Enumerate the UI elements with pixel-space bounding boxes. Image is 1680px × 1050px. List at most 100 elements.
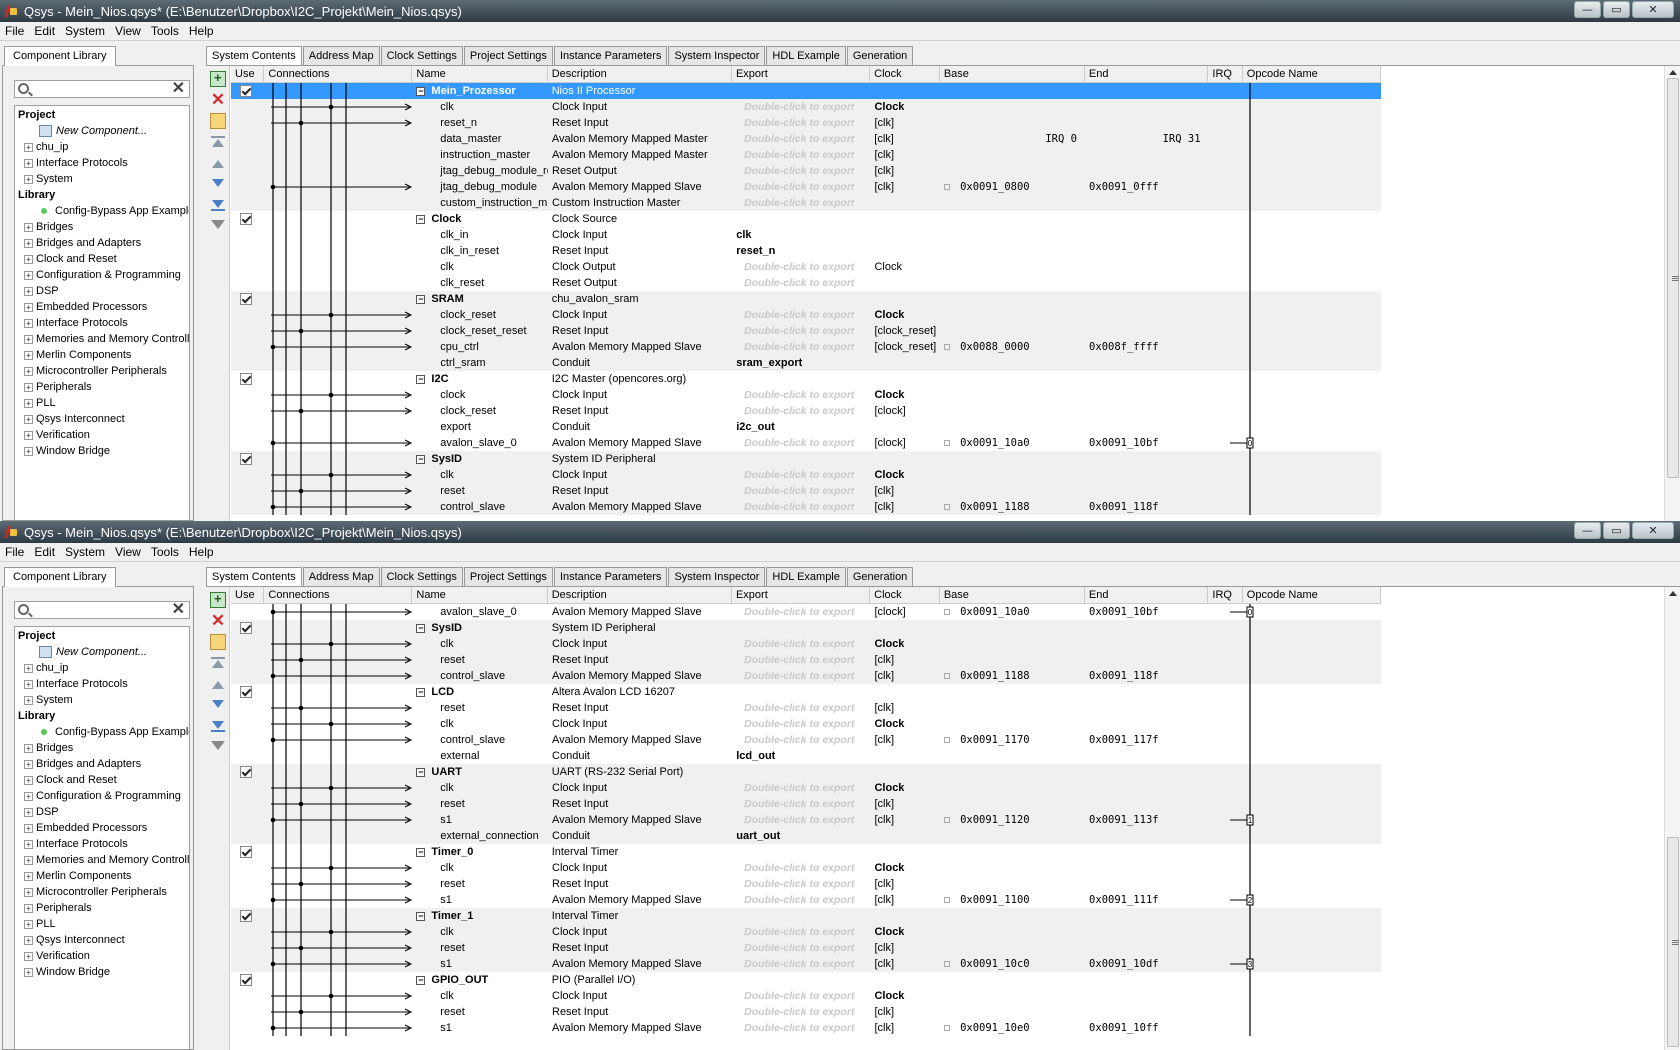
component-row[interactable]: − SRAM chu_avalon_sram xyxy=(231,291,1381,307)
tab-component-library[interactable]: Component Library xyxy=(4,567,116,587)
component-row[interactable]: − Clock Clock Source xyxy=(231,211,1381,227)
move-up-icon[interactable] xyxy=(210,676,226,692)
port-row[interactable]: data_master Avalon Memory Mapped Master Do… xyxy=(231,131,1381,147)
cell-exp[interactable]: Double-click to export xyxy=(732,732,870,748)
port-row[interactable]: jtag_debug_module_re... Reset Output Doubl… xyxy=(231,163,1381,179)
cell-exp[interactable]: Double-click to export xyxy=(732,636,870,652)
use-checkbox[interactable] xyxy=(240,373,252,385)
move-bottom-icon[interactable] xyxy=(210,197,226,213)
expand-icon[interactable]: + xyxy=(24,871,33,881)
use-checkbox[interactable] xyxy=(240,85,252,97)
tab-system-contents[interactable]: System Contents xyxy=(206,46,302,67)
tab-hdl-example[interactable]: HDL Example xyxy=(766,46,846,66)
tree-item-project[interactable]: + Interface Protocols xyxy=(15,155,189,171)
minimize-button[interactable]: — xyxy=(1574,1,1601,18)
scroll-up-arrow-icon[interactable] xyxy=(1669,591,1677,596)
column-header-name[interactable]: Name xyxy=(412,66,548,82)
tree-item-library[interactable]: + Qsys Interconnect xyxy=(15,932,189,948)
clear-search-icon[interactable]: ✕ xyxy=(172,81,185,97)
cell-exp[interactable]: Double-click to export xyxy=(732,892,870,908)
expand-icon[interactable]: + xyxy=(24,967,33,977)
tree-item-library[interactable]: + DSP xyxy=(15,804,189,820)
cell-exp[interactable]: Double-click to export xyxy=(732,339,870,355)
add-component-icon[interactable] xyxy=(210,591,226,608)
tab-system-inspector[interactable]: System Inspector xyxy=(668,46,766,66)
expand-icon[interactable]: + xyxy=(24,839,33,849)
port-row[interactable]: s1 Avalon Memory Mapped Slave Double-click… xyxy=(231,892,1381,908)
column-header-use[interactable]: Use xyxy=(231,66,265,82)
cell-exp[interactable]: Double-click to export xyxy=(732,467,870,483)
tab-system-inspector[interactable]: System Inspector xyxy=(668,567,766,587)
port-row[interactable]: clk Clock Input Double-click to export Cloc… xyxy=(231,636,1381,652)
cell-exp[interactable]: Double-click to export xyxy=(732,940,870,956)
cell-exp[interactable]: Double-click to export xyxy=(732,387,870,403)
expand-icon[interactable]: + xyxy=(24,446,33,456)
cell-exp[interactable]: lcd_out xyxy=(732,748,870,764)
expand-icon[interactable]: + xyxy=(24,414,33,424)
expand-icon[interactable]: + xyxy=(24,142,33,152)
expand-icon[interactable]: + xyxy=(24,270,33,280)
vertical-scrollbar[interactable] xyxy=(1664,66,1680,521)
expand-icon[interactable]: + xyxy=(24,318,33,328)
cell-exp[interactable]: reset_n xyxy=(732,243,870,259)
expand-icon[interactable]: + xyxy=(24,807,33,817)
collapse-icon[interactable]: − xyxy=(416,975,426,985)
tab-component-library[interactable]: Component Library xyxy=(4,46,116,66)
use-checkbox[interactable] xyxy=(240,213,252,225)
cell-exp[interactable]: Double-click to export xyxy=(732,700,870,716)
cell-exp[interactable]: Double-click to export xyxy=(732,716,870,732)
use-checkbox[interactable] xyxy=(240,974,252,986)
cell-exp[interactable]: Double-click to export xyxy=(732,323,870,339)
expand-icon[interactable]: + xyxy=(24,430,33,440)
port-row[interactable]: external_connection Conduit uart_out xyxy=(231,828,1381,844)
tree-item-library[interactable]: + Memories and Memory Controllers xyxy=(15,331,189,347)
expand-icon[interactable]: + xyxy=(24,919,33,929)
column-header-name[interactable]: Name xyxy=(412,587,548,603)
menu-file[interactable]: File xyxy=(0,24,29,38)
port-row[interactable]: reset Reset Input Double-click to export [c… xyxy=(231,796,1381,812)
expand-icon[interactable]: + xyxy=(24,679,33,689)
collapse-icon[interactable]: − xyxy=(416,214,426,224)
collapse-icon[interactable]: − xyxy=(416,86,426,96)
move-down-icon[interactable] xyxy=(210,176,226,192)
component-row[interactable]: − SysID System ID Peripheral xyxy=(231,620,1381,636)
port-row[interactable]: clock Clock Input Double-click to export Cl… xyxy=(231,387,1381,403)
tab-generation[interactable]: Generation xyxy=(846,567,914,587)
maximize-button[interactable]: ▭ xyxy=(1603,522,1630,539)
expand-icon[interactable]: + xyxy=(24,302,33,312)
port-row[interactable]: clk Clock Input Double-click to export Cloc… xyxy=(231,988,1381,1004)
tree-item-library[interactable]: + Configuration & Programming xyxy=(15,788,189,804)
port-row[interactable]: clk_in Clock Input clk xyxy=(231,227,1381,243)
column-header-export[interactable]: Export xyxy=(732,66,871,82)
tree-item-library[interactable]: + Microcontroller Peripherals xyxy=(15,884,189,900)
collapse-icon[interactable]: − xyxy=(416,847,426,857)
menu-tools[interactable]: Tools xyxy=(146,24,184,38)
cell-exp[interactable]: Double-click to export xyxy=(732,988,870,1004)
port-row[interactable]: reset Reset Input Double-click to export [c… xyxy=(231,940,1381,956)
remove-component-icon[interactable]: ✕ xyxy=(210,612,226,629)
use-checkbox[interactable] xyxy=(240,453,252,465)
cell-exp[interactable]: Double-click to export xyxy=(732,483,870,499)
edit-component-icon[interactable] xyxy=(210,634,226,650)
tree-item-library[interactable]: + Bridges xyxy=(15,740,189,756)
edit-component-icon[interactable] xyxy=(210,113,226,129)
expand-icon[interactable]: + xyxy=(24,663,33,673)
menu-help[interactable]: Help xyxy=(184,545,219,559)
port-row[interactable]: avalon_slave_0 Avalon Memory Mapped Slave… xyxy=(231,435,1381,451)
column-header-clock[interactable]: Clock xyxy=(870,66,940,82)
port-row[interactable]: jtag_debug_module Avalon Memory Mapped Sl… xyxy=(231,179,1381,195)
column-header-base[interactable]: Base xyxy=(940,66,1085,82)
cell-exp[interactable]: i2c_out xyxy=(732,419,870,435)
cell-exp[interactable]: Double-click to export xyxy=(732,179,870,195)
cell-exp[interactable]: Double-click to export xyxy=(732,1004,870,1020)
tab-system-contents[interactable]: System Contents xyxy=(206,567,302,588)
cell-exp[interactable]: Double-click to export xyxy=(732,780,870,796)
tree-item-library[interactable]: + Peripherals xyxy=(15,900,189,916)
expand-icon[interactable]: + xyxy=(24,334,33,344)
tree-item-library[interactable]: + Window Bridge xyxy=(15,964,189,980)
expand-icon[interactable]: + xyxy=(24,238,33,248)
move-top-icon[interactable] xyxy=(210,655,226,671)
column-header-clock[interactable]: Clock xyxy=(870,587,940,603)
expand-icon[interactable]: + xyxy=(24,791,33,801)
cell-exp[interactable]: sram_export xyxy=(732,355,870,371)
